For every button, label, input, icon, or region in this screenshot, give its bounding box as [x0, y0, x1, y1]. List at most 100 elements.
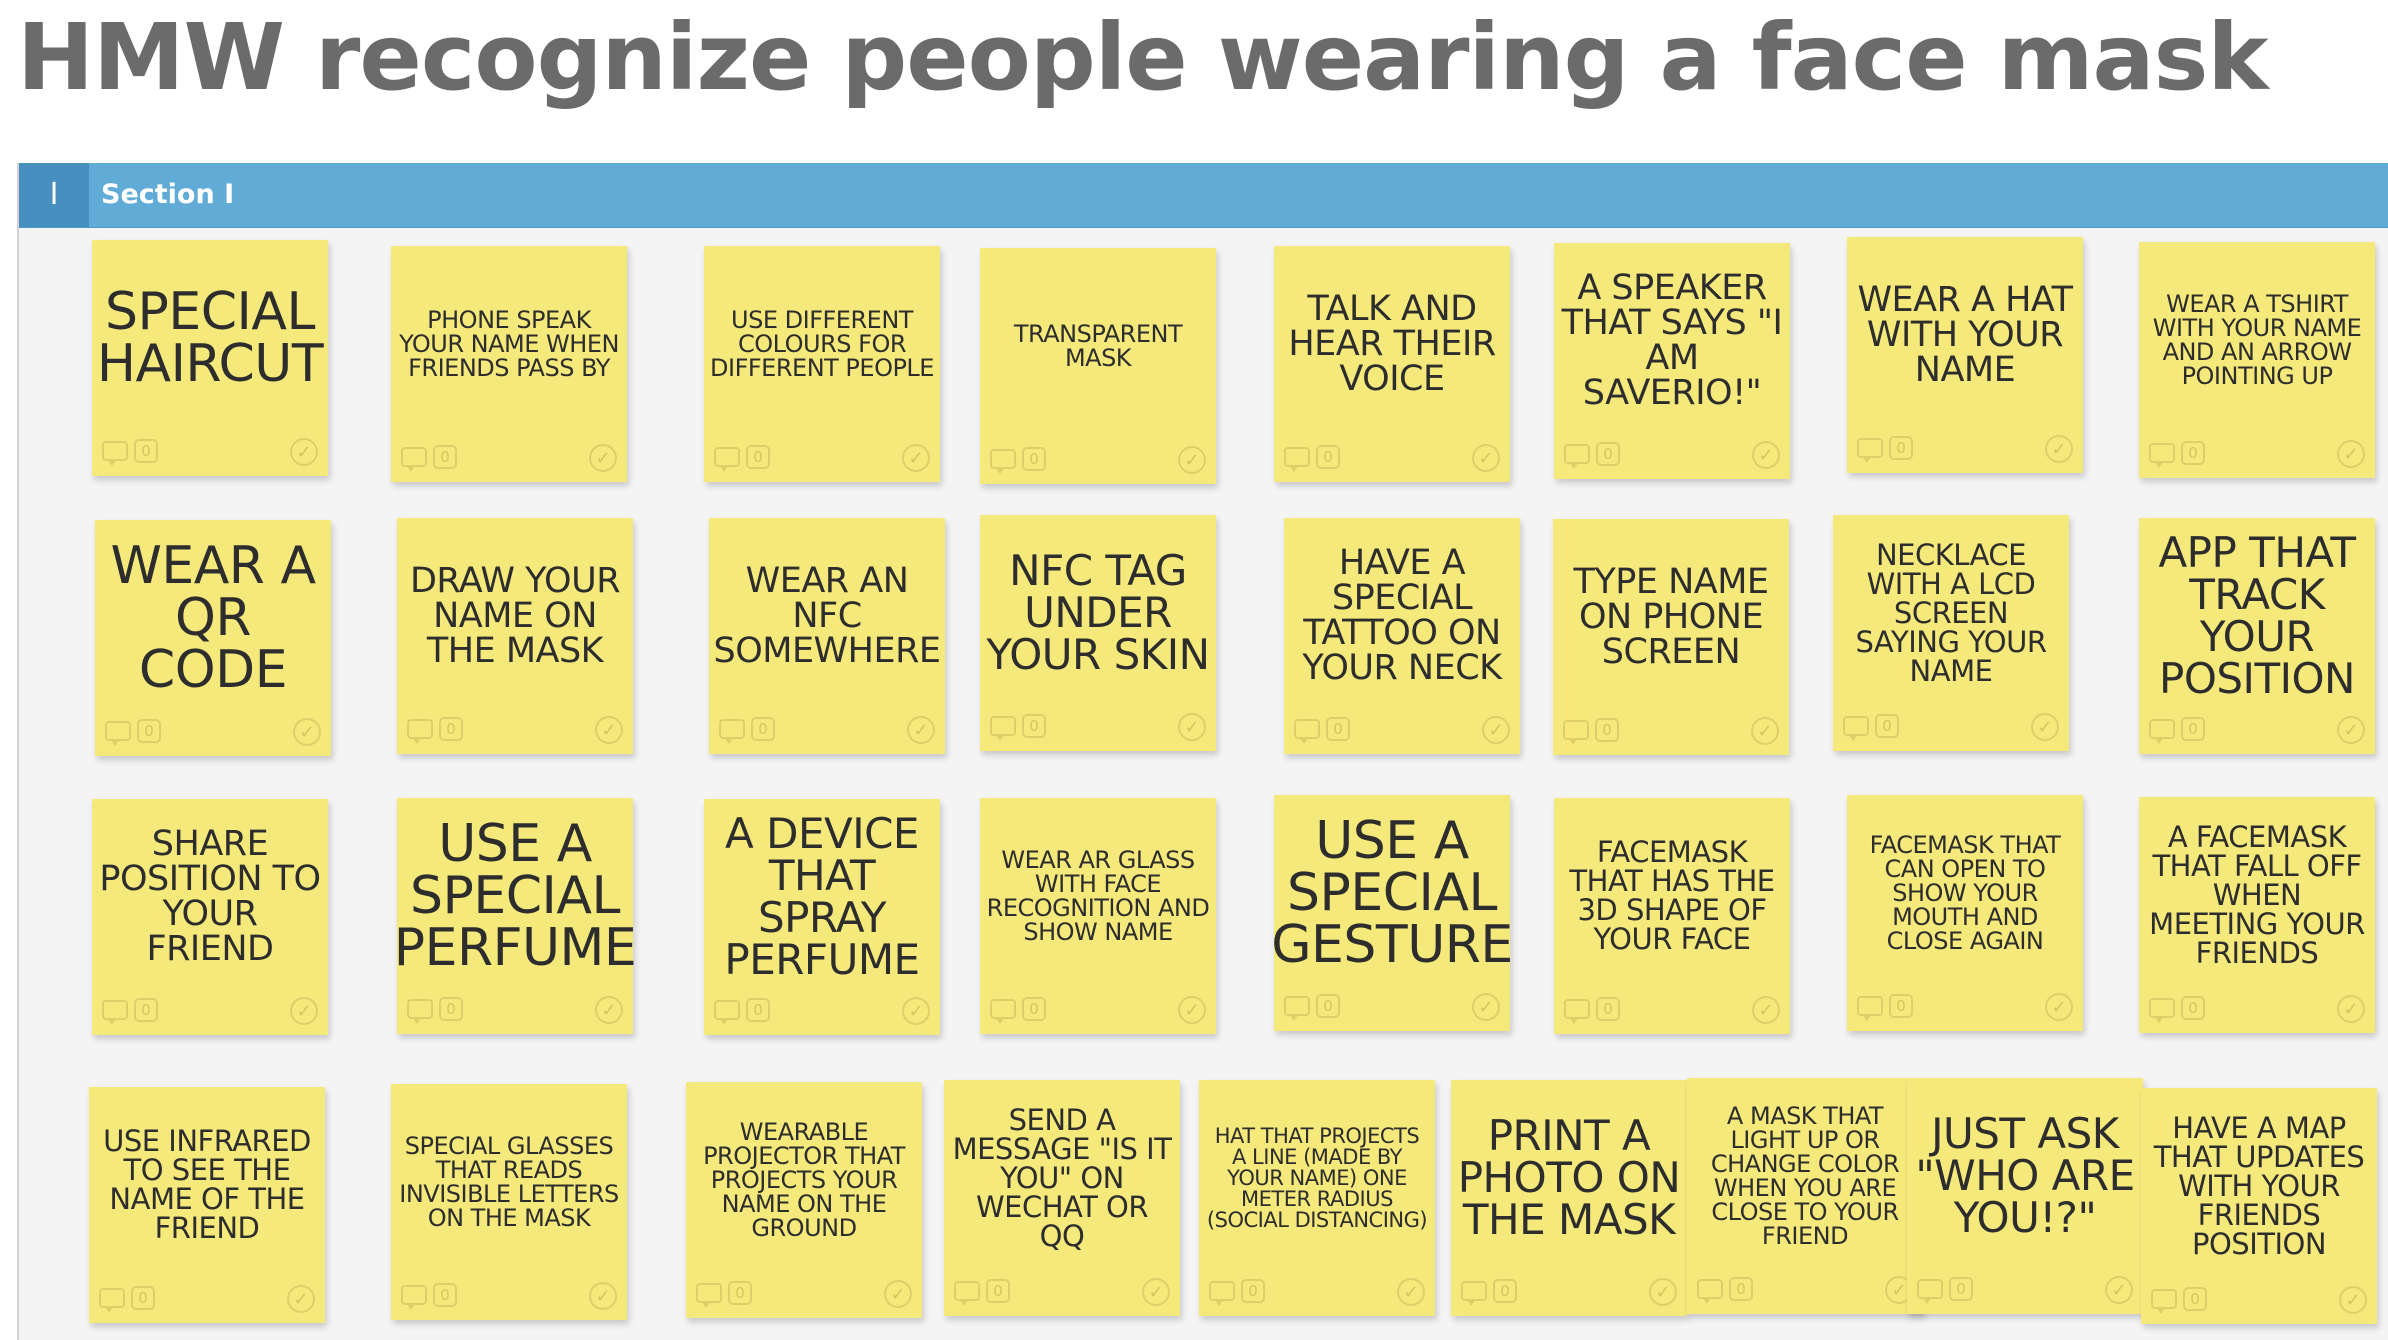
comment-icon[interactable]: [2149, 719, 2175, 744]
checkmark-icon[interactable]: ✓: [2031, 713, 2059, 741]
comment-icon[interactable]: [1843, 716, 1869, 741]
checkmark-icon[interactable]: ✓: [290, 438, 318, 466]
checkmark-icon[interactable]: ✓: [589, 1282, 617, 1310]
sticky-note[interactable]: USE INFRARED TO SEE THE NAME OF THE FRIE…: [89, 1087, 325, 1323]
section-title[interactable]: Section I: [101, 163, 234, 227]
sticky-note[interactable]: PRINT A PHOTO ON THE MASK 0 ✓: [1451, 1080, 1687, 1316]
checkmark-icon[interactable]: ✓: [2045, 435, 2073, 463]
sticky-note[interactable]: USE A SPECIAL PERFUME 0 ✓: [394, 798, 637, 1034]
sticky-note[interactable]: USE DIFFERENT COLOURS FOR DIFFERENT PEOP…: [704, 246, 940, 482]
checkmark-icon[interactable]: ✓: [293, 718, 321, 746]
sticky-note[interactable]: TRANSPARENT MASK 0 ✓: [980, 248, 1216, 484]
sticky-note[interactable]: WEARABLE PROJECTOR THAT PROJECTS YOUR NA…: [686, 1082, 922, 1318]
comment-count[interactable]: 0: [131, 1286, 155, 1310]
comment-count[interactable]: 0: [439, 717, 463, 741]
sticky-note[interactable]: TALK AND HEAR THEIR VOICE 0 ✓: [1274, 246, 1510, 482]
checkmark-icon[interactable]: ✓: [902, 997, 930, 1025]
comment-icon[interactable]: [1294, 719, 1320, 744]
comment-icon[interactable]: [954, 1281, 980, 1306]
comment-icon[interactable]: [714, 1000, 740, 1025]
comment-count[interactable]: 0: [1889, 994, 1913, 1018]
sticky-note[interactable]: TYPE NAME ON PHONE SCREEN 0 ✓: [1553, 519, 1789, 755]
comment-icon[interactable]: [990, 999, 1016, 1024]
sticky-note[interactable]: APP THAT TRACK YOUR POSITION 0 ✓: [2139, 518, 2375, 754]
checkmark-icon[interactable]: ✓: [884, 1280, 912, 1308]
comment-count[interactable]: 0: [2181, 441, 2205, 465]
comment-count[interactable]: 0: [1493, 1279, 1517, 1303]
comment-count[interactable]: 0: [1022, 997, 1046, 1021]
comment-icon[interactable]: [105, 721, 131, 746]
checkmark-icon[interactable]: ✓: [907, 716, 935, 744]
comment-count[interactable]: 0: [134, 439, 158, 463]
sticky-note[interactable]: A MASK THAT LIGHT UP OR CHANGE COLOR WHE…: [1687, 1078, 1923, 1314]
sticky-note[interactable]: DRAW YOUR NAME ON THE MASK 0 ✓: [397, 518, 633, 754]
comment-icon[interactable]: [990, 449, 1016, 474]
checkmark-icon[interactable]: ✓: [2045, 993, 2073, 1021]
checkmark-icon[interactable]: ✓: [1178, 713, 1206, 741]
comment-count[interactable]: 0: [1326, 717, 1350, 741]
checkmark-icon[interactable]: ✓: [1178, 446, 1206, 474]
comment-icon[interactable]: [401, 1285, 427, 1310]
checkmark-icon[interactable]: ✓: [1752, 441, 1780, 469]
comment-icon[interactable]: [2149, 443, 2175, 468]
checkmark-icon[interactable]: ✓: [2105, 1276, 2133, 1304]
comment-icon[interactable]: [1461, 1281, 1487, 1306]
comment-icon[interactable]: [407, 999, 433, 1024]
sticky-note[interactable]: A SPEAKER THAT SAYS "I AM SAVERIO!" 0 ✓: [1554, 243, 1790, 479]
checkmark-icon[interactable]: ✓: [2339, 1286, 2367, 1314]
comment-icon[interactable]: [1917, 1279, 1943, 1304]
comment-icon[interactable]: [1284, 996, 1310, 1021]
sticky-note[interactable]: A FACEMASK THAT FALL OFF WHEN MEETING YO…: [2139, 797, 2375, 1033]
sticky-note[interactable]: SPECIAL GLASSES THAT READS INVISIBLE LET…: [391, 1084, 627, 1320]
comment-icon[interactable]: [2151, 1289, 2177, 1314]
comment-icon[interactable]: [1564, 444, 1590, 469]
checkmark-icon[interactable]: ✓: [2337, 716, 2365, 744]
comment-count[interactable]: 0: [1022, 714, 1046, 738]
comment-icon[interactable]: [407, 719, 433, 744]
comment-count[interactable]: 0: [433, 445, 457, 469]
comment-count[interactable]: 0: [1889, 436, 1913, 460]
comment-count[interactable]: 0: [986, 1279, 1010, 1303]
section-badge[interactable]: I: [19, 163, 89, 227]
comment-count[interactable]: 0: [433, 1283, 457, 1307]
checkmark-icon[interactable]: ✓: [290, 997, 318, 1025]
comment-icon[interactable]: [1563, 720, 1589, 745]
comment-count[interactable]: 0: [1241, 1279, 1265, 1303]
sticky-note[interactable]: WEAR A HAT WITH YOUR NAME 0 ✓: [1847, 237, 2083, 473]
sticky-note[interactable]: SPECIAL HAIRCUT 0 ✓: [92, 240, 328, 476]
checkmark-icon[interactable]: ✓: [1142, 1278, 1170, 1306]
comment-icon[interactable]: [714, 447, 740, 472]
sticky-note[interactable]: PHONE SPEAK YOUR NAME WHEN FRIENDS PASS …: [391, 246, 627, 482]
checkmark-icon[interactable]: ✓: [595, 716, 623, 744]
whiteboard-canvas[interactable]: I Section I SPECIAL HAIRCUT 0 ✓ PHONE SPEAK…: [17, 163, 2388, 1340]
comment-count[interactable]: 0: [746, 998, 770, 1022]
checkmark-icon[interactable]: ✓: [589, 444, 617, 472]
checkmark-icon[interactable]: ✓: [1397, 1278, 1425, 1306]
sticky-note[interactable]: WEAR AR GLASS WITH FACE RECOGNITION AND …: [980, 798, 1216, 1034]
sticky-note[interactable]: NECKLACE WITH A LCD SCREEN SAYING YOUR N…: [1833, 515, 2069, 751]
checkmark-icon[interactable]: ✓: [1751, 717, 1779, 745]
comment-count[interactable]: 0: [751, 717, 775, 741]
sticky-note[interactable]: SHARE POSITION TO YOUR FRIEND 0 ✓: [92, 799, 328, 1035]
comment-icon[interactable]: [696, 1283, 722, 1308]
comment-count[interactable]: 0: [134, 998, 158, 1022]
comment-icon[interactable]: [2149, 998, 2175, 1023]
comment-icon[interactable]: [1697, 1279, 1723, 1304]
sticky-note[interactable]: JUST ASK "WHO ARE YOU!?" 0 ✓: [1907, 1078, 2143, 1314]
checkmark-icon[interactable]: ✓: [1482, 716, 1510, 744]
comment-icon[interactable]: [1284, 447, 1310, 472]
sticky-note[interactable]: A DEVICE THAT SPRAY PERFUME 0 ✓: [704, 799, 940, 1035]
comment-count[interactable]: 0: [1316, 994, 1340, 1018]
sticky-note[interactable]: WEAR A QR CODE 0 ✓: [95, 520, 331, 756]
checkmark-icon[interactable]: ✓: [1472, 993, 1500, 1021]
checkmark-icon[interactable]: ✓: [595, 996, 623, 1024]
checkmark-icon[interactable]: ✓: [2337, 440, 2365, 468]
comment-icon[interactable]: [1564, 999, 1590, 1024]
comment-count[interactable]: 0: [1596, 442, 1620, 466]
sticky-note[interactable]: WEAR A TSHIRT WITH YOUR NAME AND AN ARRO…: [2139, 242, 2375, 478]
comment-count[interactable]: 0: [2183, 1287, 2207, 1311]
sticky-note[interactable]: HAVE A MAP THAT UPDATES WITH YOUR FRIEND…: [2141, 1088, 2377, 1324]
section-header[interactable]: I Section I: [19, 163, 2388, 228]
sticky-note[interactable]: HAVE A SPECIAL TATTOO ON YOUR NECK 0 ✓: [1284, 518, 1520, 754]
comment-count[interactable]: 0: [439, 997, 463, 1021]
